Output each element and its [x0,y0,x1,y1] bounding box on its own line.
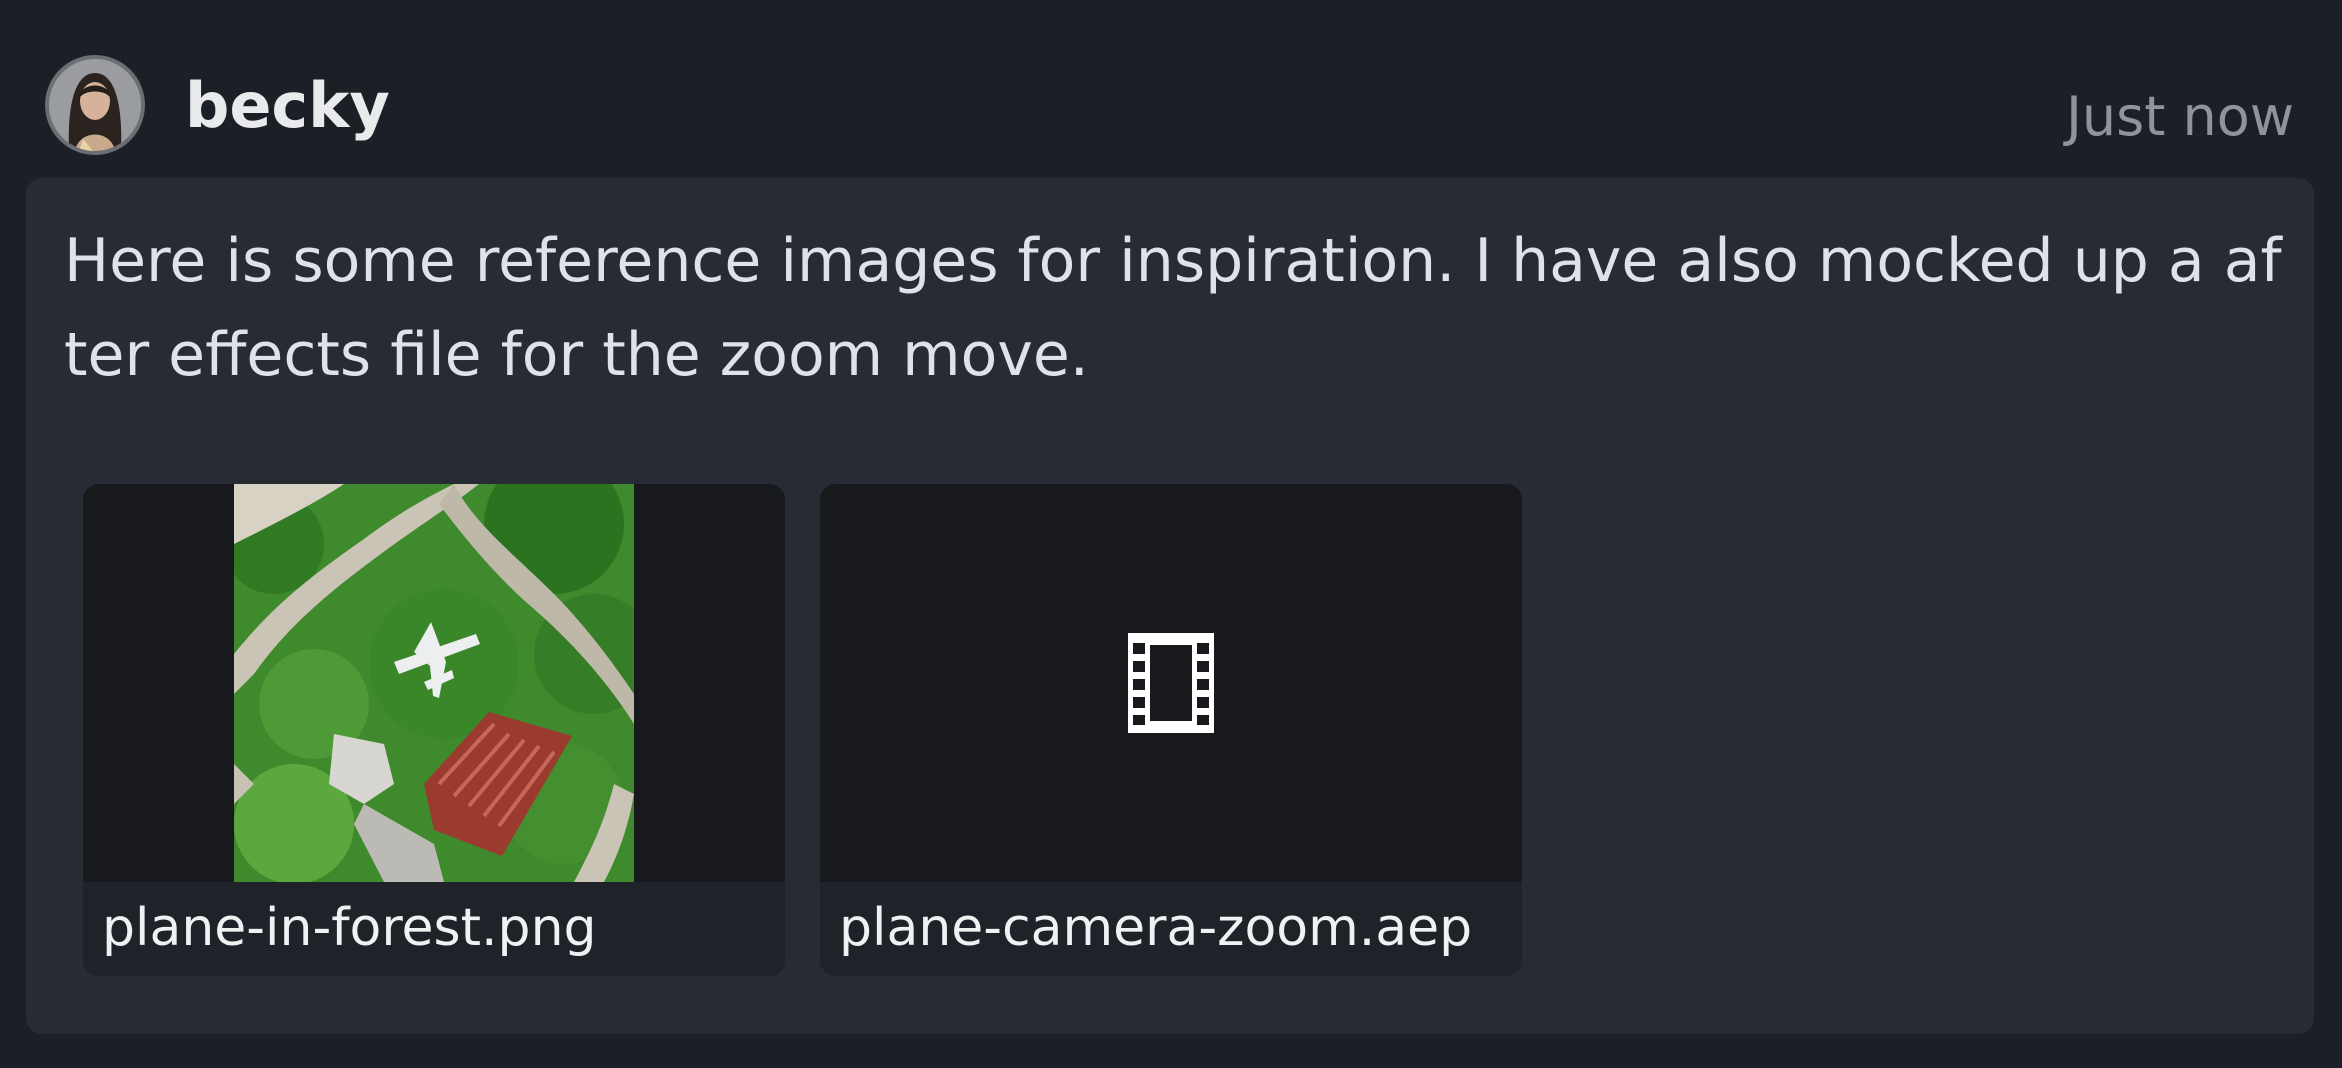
attachment-filename[interactable]: plane-in-forest.png [102,888,597,968]
attachment-caption: plane-camera-zoom.aep [820,882,1522,976]
message-text: Here is some reference images for inspir… [64,226,2282,390]
film-icon [1128,633,1214,733]
image-thumbnail [234,484,634,882]
attachment-preview[interactable] [820,484,1522,882]
post-header: becky Just now [0,0,2342,178]
timestamp: Just now [2065,85,2294,148]
attachment-card-image[interactable]: plane-in-forest.png [83,484,785,976]
message-bubble: Here is some reference images for inspir… [26,178,2314,1034]
avatar[interactable] [45,55,145,155]
attachment-preview[interactable] [83,484,785,882]
attachment-card-file[interactable]: plane-camera-zoom.aep [820,484,1522,976]
attachment-filename[interactable]: plane-camera-zoom.aep [839,888,1472,968]
attachment-caption: plane-in-forest.png [83,882,785,976]
username[interactable]: becky [185,64,390,148]
